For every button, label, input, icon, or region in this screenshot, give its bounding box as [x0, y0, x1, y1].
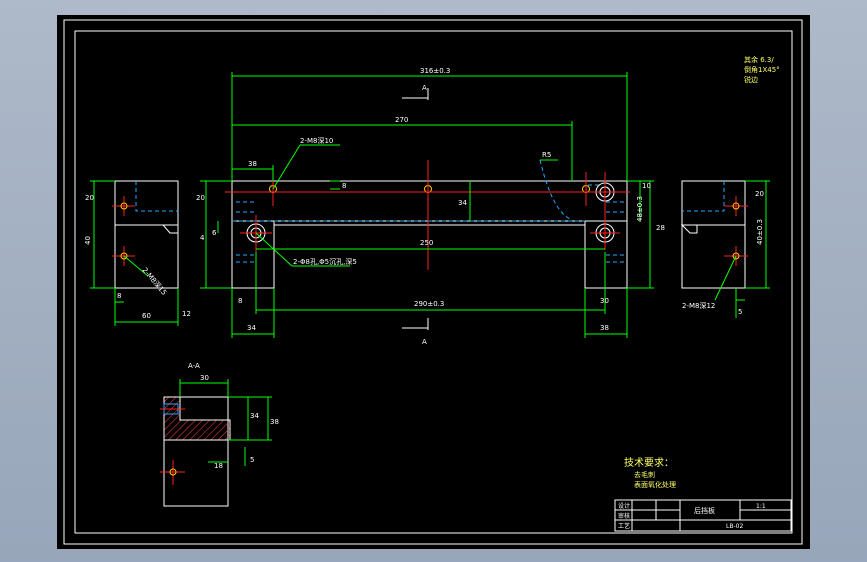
dim-r5: R5: [542, 151, 551, 159]
dim-overall: 316±0.3: [420, 67, 450, 75]
section-labels: A-A 30 34 38 18 5: [188, 362, 279, 470]
cad-viewport[interactable]: 316±0.3 270 38 250 290±0.3 34 38 8 30 20…: [57, 15, 810, 549]
title-row1: 设计: [618, 502, 630, 510]
sheet-outer-border: [63, 19, 803, 545]
dim-60: 60: [142, 312, 151, 320]
left-side-dimensions: [90, 180, 179, 326]
tech-requirements: 技术要求： 去毛刺 表面氧化处理: [624, 456, 676, 489]
corner-note-line1: 其余 6.3/: [744, 55, 774, 64]
callout-hole-mid: 2-Φ8孔,Φ5沉孔,深5: [293, 257, 357, 266]
callout-screw-right: 2-M8深12: [682, 301, 715, 310]
title-block-text: 设计 审核 工艺 后挡板 1:1 LB-02: [618, 502, 766, 530]
centerlines: [225, 160, 630, 270]
callout-screw-top: 2-M8深10: [300, 136, 333, 145]
tech-line2: 表面氧化处理: [634, 480, 676, 489]
corner-note: 其余 6.3/ 倒角1X45° 锐边: [744, 55, 780, 84]
title-scale: 1:1: [756, 503, 766, 510]
left-side-labels: 20 60 8 12 2-M8深15: [85, 194, 191, 320]
dim-section-18: 18: [214, 462, 223, 470]
dim-section-34: 34: [250, 412, 259, 420]
section-view: [163, 396, 231, 507]
title-row3: 工艺: [618, 522, 630, 530]
title-part-name: 后挡板: [694, 506, 715, 515]
right-side-dimensions: [714, 180, 770, 318]
drawing-canvas: 316±0.3 270 38 250 290±0.3 34 38 8 30 20…: [63, 19, 803, 545]
tech-line1: 去毛刺: [634, 470, 655, 479]
front-view: [231, 180, 628, 289]
dim-section-38: 38: [270, 418, 279, 426]
dim-4: 4: [200, 234, 205, 242]
section-view-label: A-A: [188, 362, 200, 370]
dim-20: 20: [196, 194, 205, 202]
dim-8-left: 8: [117, 292, 121, 300]
dim-section-30: 30: [200, 374, 209, 382]
dim-10: 10: [642, 182, 651, 190]
dim-20-right: 20: [755, 190, 764, 198]
dim-bottom: 290±0.3: [414, 300, 444, 308]
dim-20-left: 20: [85, 194, 94, 202]
dim-5-right: 5: [738, 308, 742, 316]
front-view-bar: [231, 180, 628, 222]
dim-8: 8: [238, 297, 242, 305]
dim-6: 6: [212, 229, 217, 237]
dim-30: 30: [600, 297, 609, 305]
right-side-centerlines: [724, 196, 748, 266]
section-markers: [402, 88, 429, 330]
dim-38: 38: [248, 160, 257, 168]
dim-34: 34: [247, 324, 256, 332]
corner-note-line3: 锐边: [744, 75, 758, 84]
dim-8s: 8: [342, 182, 346, 190]
dim-inner: 270: [395, 116, 408, 124]
dim-left-vertical: 40: [84, 236, 92, 245]
callout-screw-left: 2-M8深15: [140, 266, 168, 297]
dim-mid: 250: [420, 239, 433, 247]
dim-58: 28: [656, 224, 665, 232]
dim-right-vertical: 48±0.3: [636, 196, 644, 222]
right-side-labels: 20 5 2-M8深12: [682, 190, 764, 316]
dim-12: 12: [182, 310, 191, 318]
section-label-a-bottom: A: [422, 338, 427, 346]
dim-section-5: 5: [250, 456, 254, 464]
front-dimension-labels: 316±0.3 270 38 250 290±0.3 34 38 8 30 20…: [196, 67, 665, 346]
dim-34s: 34: [458, 199, 467, 207]
dim-right-side-vertical: 40±0.3: [756, 219, 764, 245]
tech-title: 技术要求：: [624, 456, 674, 469]
dim-38r: 38: [600, 324, 609, 332]
title-row2: 审核: [618, 512, 630, 520]
sheet-inner-border: [74, 30, 793, 534]
section-label-a-top: A: [422, 84, 427, 92]
title-code: LB-02: [726, 523, 743, 530]
corner-note-line2: 倒角1X45°: [744, 65, 780, 74]
